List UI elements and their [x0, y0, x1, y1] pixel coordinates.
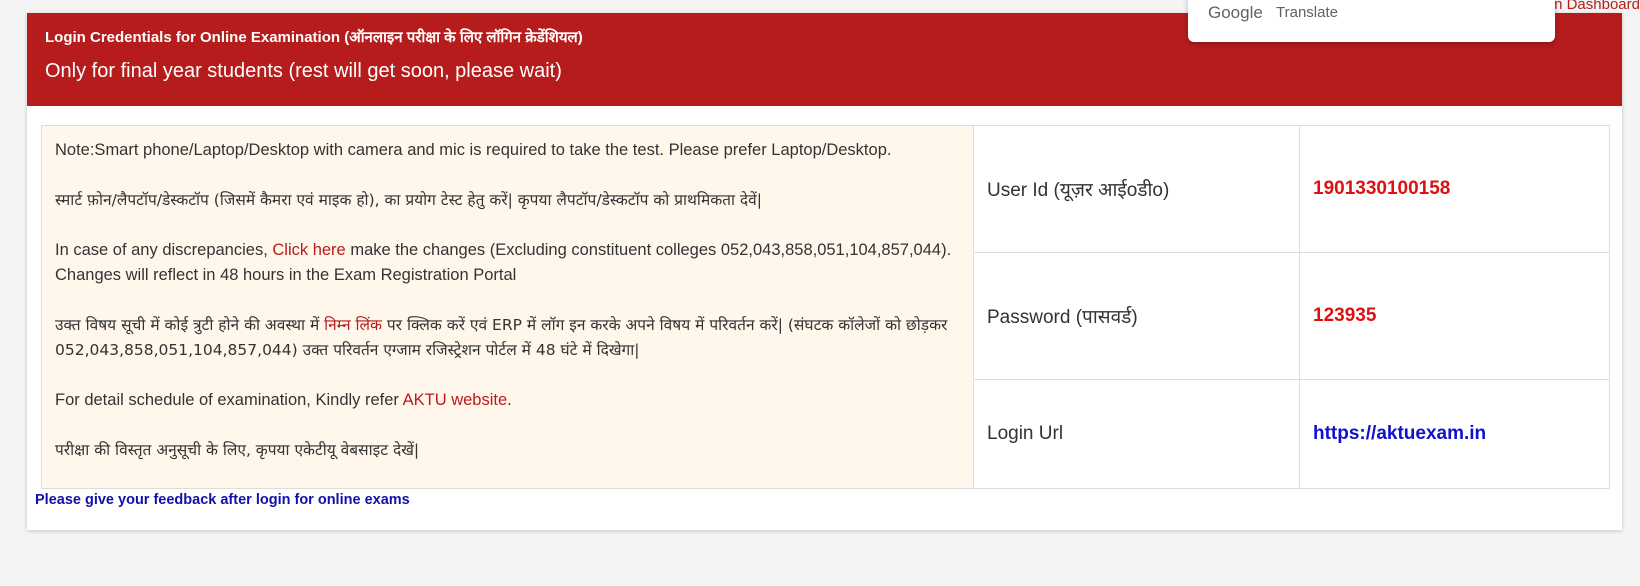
- translate-label: Translate: [1276, 4, 1338, 21]
- schedule-note-hi: परीक्षा की विस्तृत अनुसूची के लिए, कृपया…: [55, 441, 420, 459]
- google-translate-popup[interactable]: Google Translate: [1188, 0, 1555, 42]
- notes-panel: Note:Smart phone/Laptop/Desktop with cam…: [41, 125, 974, 489]
- header-subtitle: Only for final year students (rest will …: [45, 60, 562, 82]
- credentials-table: Note:Smart phone/Laptop/Desktop with cam…: [41, 125, 1610, 490]
- login-url-link[interactable]: https://aktuexam.in: [1313, 423, 1486, 444]
- click-here-link[interactable]: Click here: [272, 241, 345, 259]
- login-url-cell: https://aktuexam.in: [1299, 378, 1610, 490]
- user-id-value: 1901330100158: [1299, 125, 1610, 253]
- credentials-card: Login Credentials for Online Examination…: [27, 13, 1622, 530]
- device-note-hi: स्मार्ट फ़ोन/लैपटॉप/डेस्कटॉप (जिसमें कैम…: [55, 191, 762, 209]
- password-value: 123935: [1299, 251, 1610, 380]
- feedback-note: Please give your feedback after login fo…: [35, 492, 410, 508]
- hindi-link[interactable]: निम्न लिंक: [324, 316, 382, 334]
- schedule-note-en: For detail schedule of examination, Kind…: [55, 391, 512, 409]
- google-logo: Google: [1208, 3, 1263, 22]
- dashboard-link[interactable]: n Dashboard: [1554, 0, 1640, 13]
- device-note-en: Note:Smart phone/Laptop/Desktop with cam…: [55, 141, 892, 159]
- aktu-website-link[interactable]: AKTU website: [403, 391, 508, 409]
- user-id-label: User Id (यूज़र आईoडीo): [973, 125, 1300, 253]
- login-url-label: Login Url: [973, 378, 1300, 490]
- discrepancy-note-hi: उक्त विषय सूची में कोई त्रुटी होने की अव…: [55, 316, 948, 359]
- password-label: Password (पासवर्ड): [973, 251, 1300, 380]
- discrepancy-note-en: In case of any discrepancies, Click here…: [55, 241, 952, 284]
